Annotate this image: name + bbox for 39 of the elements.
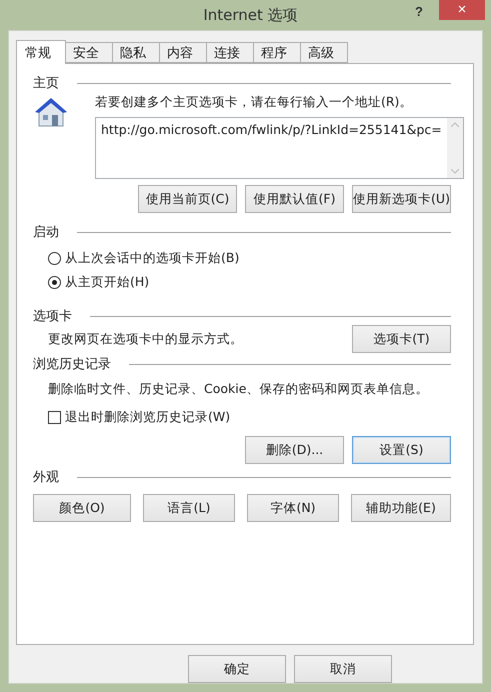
dialog-button[interactable]: 确定 — [188, 655, 286, 683]
close-button[interactable]: × — [439, 0, 485, 20]
description-text: 删除临时文件、历史记录、Cookie、保存的密码和网页表单信息。 — [48, 381, 430, 398]
homepage-address-field[interactable]: http://go.microsoft.com/fwlink/p/?LinkId=255141&pc= — [95, 117, 464, 179]
homepage-button[interactable]: 使用默认值(F) — [245, 185, 344, 213]
radio-button[interactable] — [48, 252, 61, 264]
help-button[interactable]: ? — [409, 4, 429, 19]
tab[interactable]: 常规 — [16, 40, 66, 64]
section-heading: 外观 — [33, 469, 59, 486]
scrollbar[interactable] — [446, 118, 463, 178]
checkbox[interactable] — [48, 410, 61, 424]
homepage-button[interactable]: 使用当前页(C) — [138, 185, 237, 213]
appearance-button[interactable]: 语言(L) — [143, 494, 235, 522]
radio-button[interactable] — [48, 276, 61, 288]
tab[interactable]: 连接 — [206, 42, 254, 63]
section-heading: 选项卡 — [33, 308, 72, 325]
tab[interactable]: 内容 — [159, 42, 207, 63]
history-button[interactable]: 设置(S) — [352, 436, 451, 464]
tabs-button[interactable]: 选项卡(T) — [352, 325, 451, 353]
appearance-button[interactable]: 颜色(O) — [33, 494, 131, 522]
tab[interactable]: 安全 — [65, 42, 113, 63]
homepage-button[interactable]: 使用新选项卡(U) — [352, 185, 451, 213]
section-heading: 启动 — [33, 224, 59, 241]
dialog-button[interactable]: 取消 — [294, 655, 392, 683]
history-button[interactable]: 删除(D)... — [245, 436, 344, 464]
house-icon — [33, 96, 69, 128]
window-title: Internet 选项 — [203, 6, 298, 24]
section-heading: 主页 — [33, 75, 59, 92]
instruction-text: 若要创建多个主页选项卡，请在每行输入一个地址(R)。 — [95, 94, 412, 109]
radio-label[interactable]: 从主页开始(H) — [65, 274, 150, 290]
tab[interactable]: 程序 — [253, 42, 301, 63]
description-text: 更改网页在选项卡中的显示方式。 — [48, 330, 243, 348]
tab[interactable]: 高级 — [300, 42, 348, 63]
tab[interactable]: 隐私 — [112, 42, 160, 63]
appearance-button[interactable]: 字体(N) — [247, 494, 339, 522]
section-heading: 浏览历史记录 — [33, 356, 111, 373]
appearance-button[interactable]: 辅助功能(E) — [351, 494, 451, 522]
radio-label[interactable]: 从上次会话中的选项卡开始(B) — [65, 250, 240, 266]
checkbox-label[interactable]: 退出时删除浏览历史记录(W) — [65, 408, 230, 426]
